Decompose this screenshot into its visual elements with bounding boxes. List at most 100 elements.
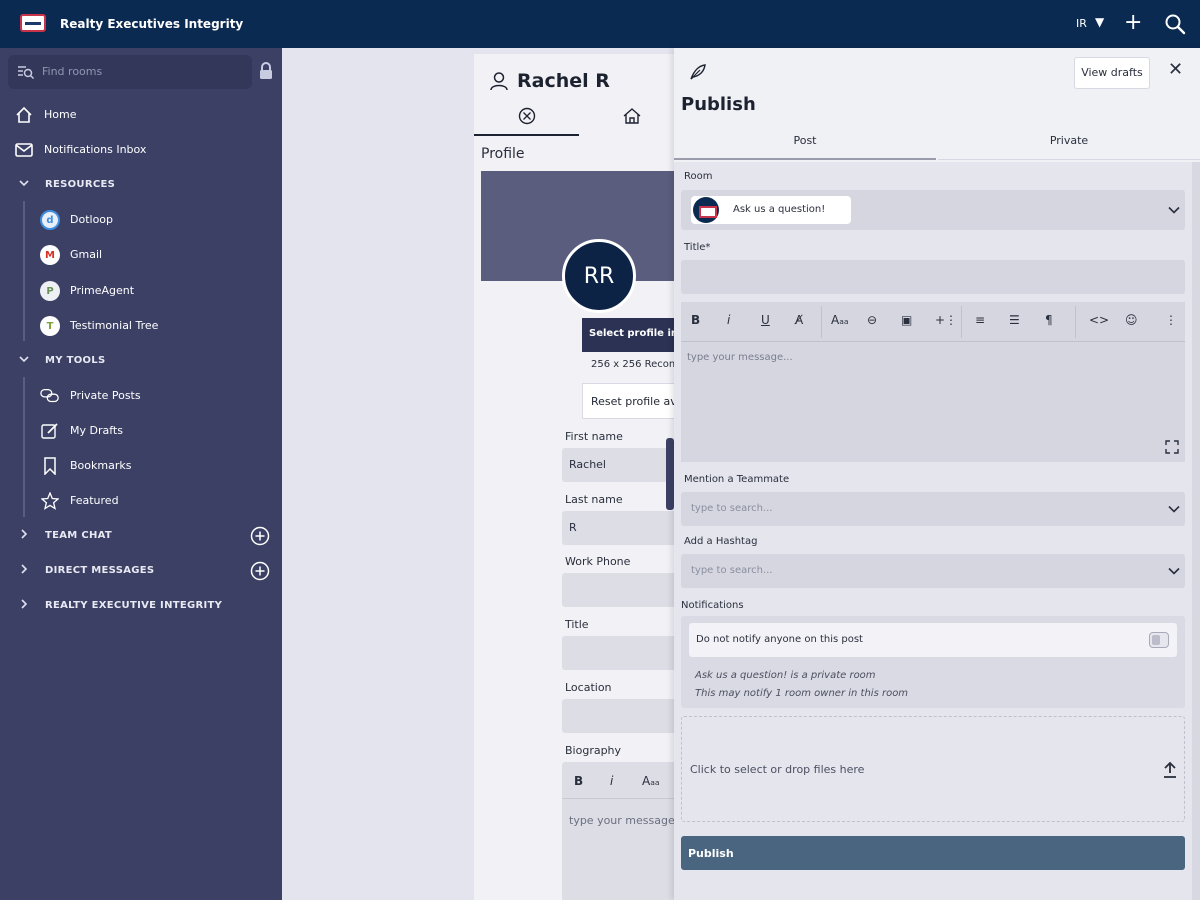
top-bar: Realty Executives Integrity IR ▼ +: [0, 0, 1200, 48]
sidebar-item-home[interactable]: Home: [0, 100, 282, 130]
file-drop-zone[interactable]: Click to select or drop files here: [681, 716, 1185, 822]
sidebar: Find rooms Home Notifications Inbox RESO…: [0, 48, 282, 900]
sidebar-item-notifications-inbox[interactable]: Notifications Inbox: [0, 135, 282, 165]
title-field[interactable]: [562, 636, 674, 670]
brand-logo[interactable]: [20, 14, 46, 32]
search-icon[interactable]: [1164, 13, 1186, 35]
drop-zone-text: Click to select or drop files here: [690, 763, 865, 776]
sidebar-item-my-drafts[interactable]: My Drafts: [0, 416, 282, 446]
upload-icon[interactable]: [1162, 761, 1178, 779]
tab-home-icon[interactable]: [622, 107, 642, 125]
close-icon[interactable]: ✕: [1168, 59, 1183, 80]
chevron-down-icon: [18, 353, 30, 368]
add-icon[interactable]: +: [1124, 10, 1142, 36]
publish-button[interactable]: Publish: [681, 836, 1185, 870]
scrollbar[interactable]: [666, 438, 674, 510]
add-team-chat-icon[interactable]: [250, 526, 270, 546]
brand-name[interactable]: Realty Executives Integrity: [60, 17, 243, 31]
title-input[interactable]: [681, 260, 1185, 294]
room-select[interactable]: Ask us a question!: [681, 190, 1185, 230]
tab-profile[interactable]: [474, 98, 579, 136]
hashtag-select[interactable]: type to search...: [681, 554, 1185, 588]
sidebar-item-testimonial-tree[interactable]: T Testimonial Tree: [0, 311, 282, 341]
bullet-list-icon[interactable]: ☰: [1009, 313, 1020, 327]
feather-icon: [690, 64, 706, 80]
user-menu-caret-icon[interactable]: ▼: [1095, 15, 1104, 29]
more-options-icon[interactable]: ⋮: [1165, 313, 1177, 327]
emoji-icon[interactable]: ☺: [1125, 313, 1138, 327]
find-rooms-input[interactable]: Find rooms: [8, 55, 252, 89]
star-icon: [40, 492, 60, 510]
sidebar-item-label: Bookmarks: [70, 459, 132, 472]
notify-toggle[interactable]: [1149, 632, 1169, 648]
ordered-list-icon[interactable]: ≡: [975, 313, 985, 327]
scrollbar[interactable]: [1192, 162, 1200, 900]
tab-private[interactable]: Private: [938, 134, 1200, 160]
view-drafts-button[interactable]: View drafts: [1074, 57, 1150, 89]
mention-teammate-select[interactable]: type to search...: [681, 492, 1185, 526]
sidebar-item-gmail[interactable]: M Gmail: [0, 240, 282, 270]
section-realty-executive-integrity[interactable]: REALTY EXECUTIVE INTEGRITY: [0, 591, 282, 621]
sidebar-item-label: Testimonial Tree: [70, 319, 159, 332]
reset-profile-avatar-button[interactable]: Reset profile avatar: [582, 383, 674, 419]
first-name-field[interactable]: Rachel: [562, 448, 674, 482]
work-phone-field[interactable]: [562, 573, 674, 607]
sidebar-item-label: Featured: [70, 494, 119, 507]
clear-format-button[interactable]: A̸: [795, 313, 803, 327]
italic-button[interactable]: i: [610, 774, 613, 788]
section-team-chat[interactable]: TEAM CHAT: [0, 521, 282, 551]
lock-icon[interactable]: [258, 62, 274, 80]
sidebar-item-private-posts[interactable]: Private Posts: [0, 381, 282, 411]
sidebar-item-primeagent[interactable]: P PrimeAgent: [0, 276, 282, 306]
last-name-field[interactable]: R: [562, 511, 674, 545]
chevron-right-icon: [18, 528, 30, 543]
link-icon[interactable]: ⊖: [867, 313, 877, 327]
first-name-label: First name: [565, 430, 623, 443]
testimonial-tree-icon: T: [40, 316, 60, 336]
mention-placeholder: type to search...: [691, 503, 773, 514]
select-profile-image-button[interactable]: Select profile image: [582, 318, 674, 352]
sidebar-item-label: PrimeAgent: [70, 284, 135, 297]
section-my-tools[interactable]: MY TOOLS: [0, 346, 282, 376]
code-icon[interactable]: <>: [1089, 313, 1109, 327]
font-size-button[interactable]: Aₐₐ: [831, 313, 849, 327]
room-label: Room: [684, 171, 713, 182]
private-room-note: Ask us a question! is a private room: [695, 670, 876, 681]
location-label: Location: [565, 681, 612, 694]
sidebar-item-bookmarks[interactable]: Bookmarks: [0, 451, 282, 481]
expand-icon[interactable]: [1165, 440, 1179, 454]
italic-button[interactable]: i: [727, 313, 730, 327]
bold-button[interactable]: B: [691, 313, 700, 327]
mention-label: Mention a Teammate: [684, 474, 790, 485]
notify-option-row[interactable]: Do not notify anyone on this post: [689, 623, 1177, 657]
chevron-down-icon: [18, 177, 30, 192]
image-icon[interactable]: ▣: [901, 313, 912, 327]
sidebar-item-dotloop[interactable]: d Dotloop: [0, 205, 282, 235]
chevron-down-icon[interactable]: [1167, 203, 1181, 217]
publish-panel: Publish View drafts ✕ Post Private Room …: [674, 48, 1200, 900]
font-size-button[interactable]: Aₐₐ: [642, 774, 660, 788]
add-direct-message-icon[interactable]: [250, 561, 270, 581]
user-menu-initials[interactable]: IR: [1076, 17, 1087, 30]
bold-button[interactable]: B: [574, 774, 583, 788]
section-resources[interactable]: RESOURCES: [0, 170, 282, 200]
biography-editor[interactable]: B i Aₐₐ type your message...: [562, 762, 674, 900]
location-field[interactable]: [562, 699, 674, 733]
message-editor[interactable]: type your message...: [681, 342, 1185, 462]
paragraph-icon[interactable]: ¶: [1045, 313, 1053, 327]
edit-icon: [40, 422, 60, 440]
insert-button[interactable]: +⋮: [935, 313, 957, 327]
owner-notify-note: This may notify 1 room owner in this roo…: [695, 688, 909, 699]
profile-avatar[interactable]: RR: [562, 239, 636, 313]
chevron-down-icon[interactable]: [1167, 564, 1181, 578]
underline-button[interactable]: U: [761, 313, 770, 327]
message-placeholder: type your message...: [687, 352, 793, 363]
bookmark-icon: [40, 457, 60, 475]
notifications-label: Notifications: [681, 600, 744, 611]
section-label: MY TOOLS: [45, 355, 106, 366]
profile-panel: Rachel R Profile RR Select profile image…: [474, 54, 674, 900]
sidebar-item-featured[interactable]: Featured: [0, 486, 282, 516]
tab-post[interactable]: Post: [674, 134, 936, 160]
section-direct-messages[interactable]: DIRECT MESSAGES: [0, 556, 282, 586]
chevron-down-icon[interactable]: [1167, 502, 1181, 516]
